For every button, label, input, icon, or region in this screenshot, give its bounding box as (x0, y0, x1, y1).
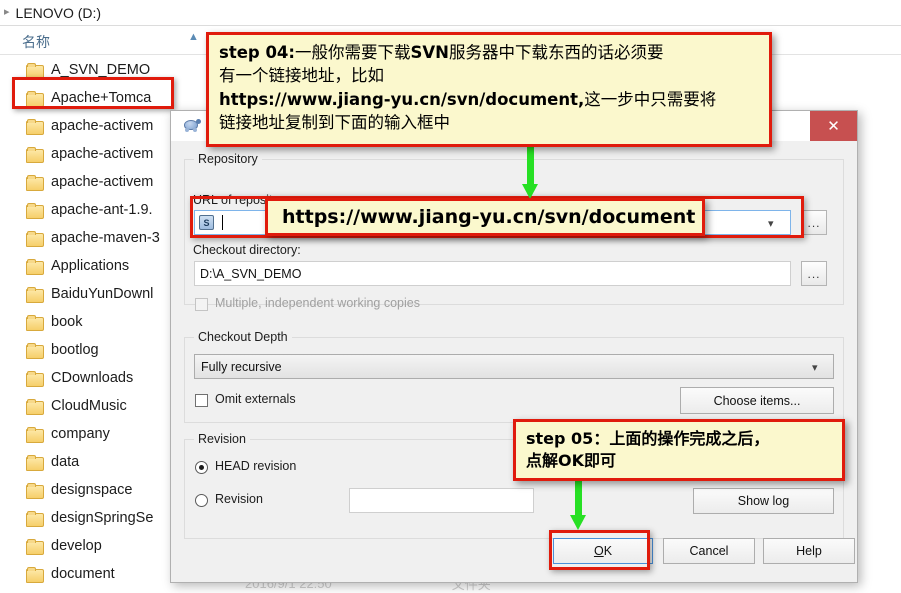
screen: ▸ LENOVO (D:) 名称 ▲ A_SVN_DEMO Apache+Tomc… (0, 0, 901, 593)
checkout-depth-value: Fully recursive (201, 359, 282, 374)
folder-icon (26, 371, 44, 387)
highlight-a-svn-demo (12, 77, 174, 109)
folder-icon (26, 455, 44, 471)
annotation-step-05: step 05：上面的操作完成之后， 点解OK即可 (513, 419, 845, 481)
folder-icon (26, 483, 44, 499)
checkout-directory-value: D:\A_SVN_DEMO (200, 266, 302, 281)
file-list-item-label: CDownloads (51, 370, 134, 386)
file-list-item-label: apache-activem (51, 146, 154, 162)
file-list-item-label: BaiduYunDownl (51, 286, 154, 302)
folder-icon (26, 287, 44, 303)
checkout-depth-select[interactable]: Fully recursive (194, 354, 834, 379)
file-list-item-label: apache-activem (51, 174, 154, 190)
folder-icon (26, 175, 44, 191)
checkout-directory-input[interactable]: D:\A_SVN_DEMO (194, 261, 791, 286)
show-log-button[interactable]: Show log (693, 488, 834, 514)
checkout-directory-browse-button[interactable]: ... (801, 261, 827, 286)
file-list-item-label: bootlog (51, 342, 99, 358)
revision-radio[interactable] (195, 494, 208, 507)
folder-icon (26, 427, 44, 443)
file-list-item-label: develop (51, 538, 102, 554)
folder-icon (26, 343, 44, 359)
head-revision-radio[interactable] (195, 461, 208, 474)
checkout-dialog: ✕ Repository URL of repository: S ▾ ... … (170, 110, 858, 583)
folder-icon (26, 567, 44, 583)
annotation-step-04-line-2: 有一个链接地址，比如 (219, 66, 384, 86)
annotation-url-callout: https://www.jiang-yu.cn/svn/document (265, 198, 705, 236)
folder-icon (26, 511, 44, 527)
checkout-depth-group-title: Checkout Depth (194, 330, 292, 344)
folder-icon (26, 147, 44, 163)
folder-icon (26, 539, 44, 555)
annotation-step-04-line-4: 链接地址复制到下面的输入框中 (219, 113, 450, 133)
folder-icon (26, 259, 44, 275)
folder-icon (26, 399, 44, 415)
multiple-working-copies-checkbox[interactable] (195, 298, 208, 311)
folder-icon (26, 231, 44, 247)
omit-externals-checkbox[interactable] (195, 394, 208, 407)
folder-icon (26, 119, 44, 135)
file-list-item-label: data (51, 454, 80, 470)
file-list-item-label: document (51, 566, 115, 582)
help-button[interactable]: Help (763, 538, 855, 564)
file-list-item-label: Applications (51, 258, 130, 274)
cancel-button[interactable]: Cancel (663, 538, 755, 564)
multiple-working-copies-label: Multiple, independent working copies (215, 296, 420, 310)
file-list-item-label: book (51, 314, 83, 330)
highlight-ok-button (549, 530, 650, 570)
file-list-item-label: apache-ant-1.9. (51, 202, 153, 218)
repository-group-title: Repository (194, 152, 262, 166)
folder-icon (26, 63, 44, 79)
file-list-item-label: apache-activem (51, 118, 154, 134)
green-down-arrow-to-url-icon (522, 140, 539, 200)
file-list-item-label: apache-maven-3 (51, 230, 160, 246)
folder-icon (26, 203, 44, 219)
chevron-right-icon: ▸ (4, 6, 10, 18)
sort-ascending-icon: ▲ (188, 31, 199, 43)
file-list-item-label: designspace (51, 482, 133, 498)
omit-externals-label: Omit externals (215, 392, 296, 406)
annotation-step-04-line-3: https://www.jiang-yu.cn/svn/document,这一步… (219, 89, 717, 109)
checkout-depth-chevron-down-icon[interactable]: ▾ (812, 361, 818, 374)
breadcrumb-bar[interactable]: ▸ LENOVO (D:) (0, 0, 901, 26)
annotation-step-04: step 04:一般你需要下载SVN服务器中下载东西的话必须要 有一个链接地址，… (206, 32, 772, 147)
file-list-item-label: CloudMusic (51, 398, 127, 414)
annotation-step-05-line-2: 点解OK即可 (526, 451, 617, 471)
annotation-step-04-line-1: step 04:一般你需要下载SVN服务器中下载东西的话必须要 (219, 43, 664, 62)
file-list-item-label: company (51, 426, 110, 442)
revision-label: Revision (215, 492, 263, 506)
head-revision-label: HEAD revision (215, 459, 297, 473)
file-list-item-label: A_SVN_DEMO (51, 62, 151, 78)
checkout-directory-label: Checkout directory: (193, 243, 301, 257)
choose-items-button[interactable]: Choose items... (680, 387, 834, 414)
revision-group-title: Revision (194, 432, 250, 446)
tortoise-svn-icon (181, 118, 201, 134)
url-browse-button[interactable]: ... (801, 210, 827, 235)
revision-number-input[interactable] (349, 488, 534, 513)
close-icon[interactable]: ✕ (810, 111, 857, 141)
green-down-arrow-to-ok-icon (570, 474, 587, 532)
breadcrumb-text[interactable]: LENOVO (D:) (16, 5, 102, 21)
column-header-name[interactable]: 名称 (22, 32, 50, 52)
annotation-step-05-line-1: step 05：上面的操作完成之后， (526, 429, 770, 448)
folder-icon (26, 315, 44, 331)
file-list-item-label: designSpringSe (51, 510, 154, 526)
